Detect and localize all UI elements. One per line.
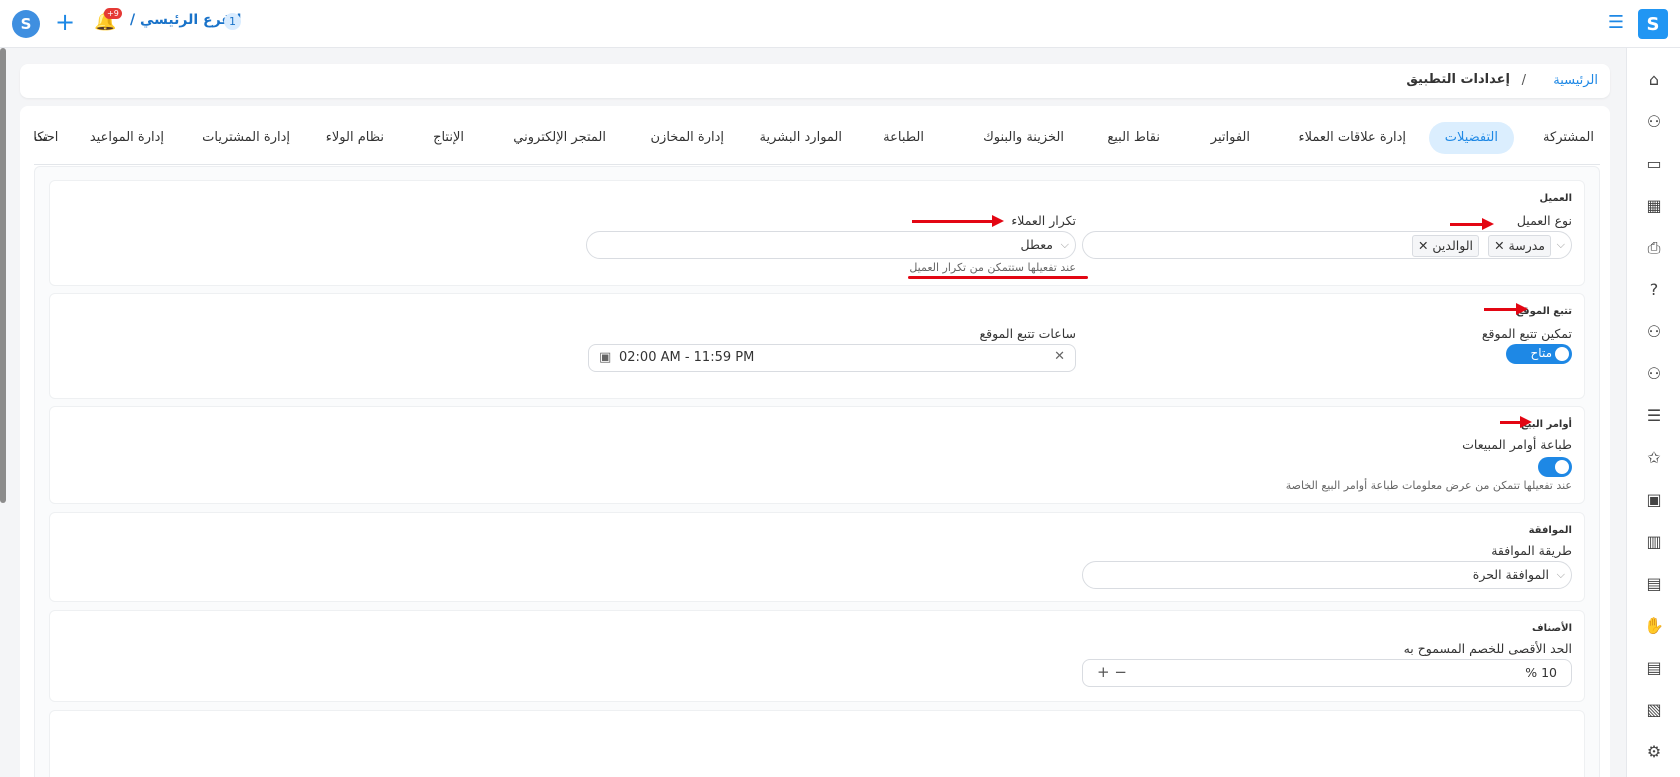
location-hours-input[interactable]: ▣ 02:00 AM - 11:59 PM ✕ [588,344,1076,372]
location-hours-label: ساعات تتبع الموقع [979,326,1076,341]
location-enable-toggle[interactable]: متاح [1506,344,1572,364]
breadcrumb-separator: / [1521,73,1526,88]
breadcrumb-home-link[interactable]: الرئيسية [1553,73,1598,88]
approval-method-select[interactable]: الموافقة الحرة ⌵ [1082,561,1572,589]
tab-shared[interactable]: المشتركة [1543,122,1594,154]
page-title: إعدادات التطبيق [1406,72,1510,87]
settings-card: المشتركة التفضيلات إدارة علاقات العملاء … [20,106,1610,777]
tab-production[interactable]: الإنتاج [433,122,464,154]
top-bar: S ☰ S + 🔔 +9 الفرع الرئيسي / 1 [0,0,1680,48]
time-range-value: 02:00 AM - 11:59 PM [619,350,755,365]
section-title: الأصناف [1532,623,1572,634]
book-icon[interactable]: ▭ [1644,154,1664,174]
annotation-arrow [1450,218,1494,230]
customer-section: العميل نوع العميل مدرسة ✕ الوالدين ✕ ⌵ ت… [49,180,1585,286]
home-icon[interactable]: ⌂ [1644,70,1664,90]
id-card-icon[interactable]: ▤ [1644,574,1664,594]
app-logo-round-icon[interactable]: S [12,10,40,38]
stepper-plus-minus[interactable]: + − [1097,663,1127,681]
annotation-underline [908,276,1088,279]
tab-purchases[interactable]: إدارة المشتريات [202,122,290,154]
customer-type-select[interactable]: مدرسة ✕ الوالدين ✕ ⌵ [1082,231,1572,259]
users-gear-3-icon[interactable]: ⚇ [1644,364,1664,384]
items-section: الأصناف الحد الأقصى للخصم المسموح به 10 … [49,610,1585,702]
toggle-knob [1555,347,1569,361]
tab-pos[interactable]: نقاط البيع [1107,122,1160,154]
sales-orders-section: أوامر البيع طباعة أوامر المبيعات عند تفع… [49,406,1585,504]
tab-crm[interactable]: إدارة علاقات العملاء [1298,122,1406,154]
annotation-arrow [912,215,1004,227]
section-title: الموافقة [1528,525,1572,536]
tabs-bar: المشتركة التفضيلات إدارة علاقات العملاء … [34,122,1600,156]
tab-overflow[interactable]: احت [34,122,58,154]
tab-invoices[interactable]: الفواتير [1211,122,1250,154]
chip-school[interactable]: مدرسة ✕ [1488,235,1551,257]
factory-icon[interactable]: ⚙ [1644,742,1664,762]
chevron-down-icon[interactable]: ⌵ [1557,238,1565,252]
cashier-icon[interactable]: ▥ [1644,532,1664,552]
add-button[interactable]: + [52,9,78,35]
tab-appointments[interactable]: إدارة المواعيد [90,122,164,154]
sidebar: ⌂ ⚇ ▭ ▦ ⎙ ? ⚇ ⚇ ☰ ✩ ▣ ▥ ▤ ✋ ▤ ▧ ⚙ [1626,48,1680,777]
page-scrollbar[interactable] [0,48,6,503]
box-icon[interactable]: ▧ [1644,700,1664,720]
tabs-divider [34,164,1600,165]
breadcrumb: الرئيسية / إعدادات التطبيق [20,64,1610,98]
annotation-arrow [1484,303,1528,315]
money-icon[interactable]: ▣ [1644,490,1664,510]
app-logo-icon[interactable]: S [1638,9,1668,39]
branch-count-badge: 1 [224,13,241,30]
print-sales-orders-toggle[interactable] [1538,457,1572,477]
annotation-arrow [1500,416,1532,428]
chevron-down-icon[interactable]: ⌵ [1061,238,1069,252]
approval-method-label: طريقة الموافقة [1491,543,1572,558]
customer-type-label: نوع العميل [1516,213,1572,228]
clear-icon[interactable]: ✕ [1054,349,1065,364]
location-section: تتبع الموقع تمكين تتبع الموقع متاح ساعات… [49,293,1585,399]
building-icon[interactable]: ▦ [1644,196,1664,216]
select-value: الموافقة الحرة [1472,567,1549,582]
customer-duplicate-help: عند تفعيلها ستتمكن من تكرار العميل [909,261,1076,274]
preferences-panel: العميل نوع العميل مدرسة ✕ الوالدين ✕ ⌵ ت… [34,166,1600,777]
max-discount-input[interactable]: 10 % + − [1082,659,1572,687]
tab-inventory[interactable]: إدارة المخازن [651,122,725,154]
section-title: العميل [1539,193,1572,204]
select-value: معطل [1020,237,1053,252]
tab-hr[interactable]: الموارد البشرية [760,122,842,154]
hand-icon[interactable]: ✋ [1644,616,1664,636]
register-icon[interactable]: ⎙ [1644,238,1664,258]
tab-ecommerce[interactable]: المتجر الإلكتروني [513,122,606,154]
server-icon[interactable]: ☰ [1644,406,1664,426]
notification-badge: +9 [104,8,122,19]
chip-parents[interactable]: الوالدين ✕ [1411,235,1479,257]
chevron-down-icon[interactable]: ⌵ [1557,568,1565,582]
id-card-2-icon[interactable]: ▤ [1644,658,1664,678]
tab-treasury[interactable]: الخزينة والبنوك [983,122,1064,154]
print-sales-orders-label: طباعة أوامر المبيعات [1462,437,1572,452]
help-icon[interactable]: ? [1644,280,1664,300]
customer-duplicate-label: تكرار العملاء [1011,213,1076,228]
users-gear-2-icon[interactable]: ⚇ [1644,322,1664,342]
calendar-icon[interactable]: ▣ [599,350,611,365]
menu-icon[interactable]: ☰ [1608,12,1624,33]
toggle-knob [1555,460,1569,474]
star-box-icon[interactable]: ✩ [1644,448,1664,468]
print-sales-orders-help: عند تفعيلها تتمكن من عرض معلومات طباعة أ… [1285,479,1572,492]
next-section [49,710,1585,777]
max-discount-value: 10 % [1525,665,1557,680]
tab-loyalty[interactable]: نظام الولاء [326,122,384,154]
tab-printing[interactable]: الطباعة [883,122,924,154]
users-gear-icon[interactable]: ⚇ [1644,112,1664,132]
location-enable-label: تمكين تتبع الموقع [1481,326,1572,341]
customer-duplicate-select[interactable]: معطل ⌵ [586,231,1076,259]
toggle-label: متاح [1530,346,1552,360]
approval-section: الموافقة طريقة الموافقة الموافقة الحرة ⌵ [49,512,1585,602]
max-discount-label: الحد الأقصى للخصم المسموح به [1403,641,1572,656]
tab-preferences[interactable]: التفضيلات [1428,122,1514,154]
